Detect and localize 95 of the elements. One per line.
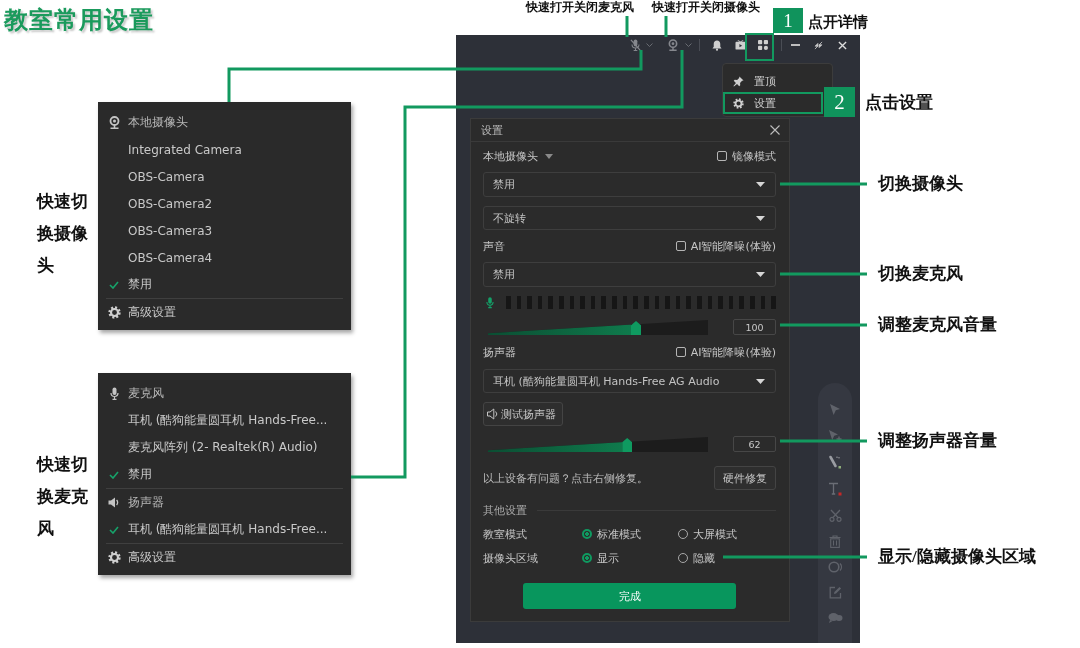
menu-heading: 麦克风 — [128, 385, 164, 402]
value-field[interactable]: 100 — [733, 319, 776, 335]
checkbox-label[interactable]: 镜像模式 — [732, 148, 776, 164]
video-icon[interactable] — [735, 40, 746, 50]
radio-label[interactable]: 大屏模式 — [693, 526, 737, 542]
menu-item[interactable]: Integrated Camera — [98, 136, 351, 163]
callout-label: 切换摄像头 — [878, 173, 963, 195]
highlight-frame — [745, 33, 774, 61]
dropdown-field[interactable]: 禁用 — [483, 262, 776, 287]
callout-label: 快速打开关闭麦克风 — [524, 0, 635, 15]
radio-label[interactable]: 标准模式 — [597, 526, 641, 542]
menu-item[interactable]: 耳机 (酷狗能量圆耳机 Hands-Free... — [98, 407, 351, 434]
callout-label: 切换麦克风 — [878, 263, 963, 285]
slider-thumb[interactable] — [622, 438, 633, 452]
menu-item[interactable]: 置顶 — [723, 70, 823, 92]
microphone-icon — [486, 296, 494, 309]
microphone-muted-icon[interactable] — [630, 39, 641, 51]
gear-icon — [107, 306, 121, 319]
menu-heading: 本地摄像头 — [128, 114, 188, 131]
pen-icon[interactable] — [828, 455, 842, 469]
menu-item[interactable]: 麦克风阵列 (2- Realtek(R) Audio) — [98, 434, 351, 461]
dropdown-field[interactable]: 禁用 — [483, 172, 776, 197]
callout-label: 快速打开关闭摄像头 — [650, 0, 761, 15]
callout-label: 点开详情 — [808, 12, 868, 32]
webcam-icon[interactable] — [668, 39, 678, 51]
bell-icon[interactable] — [712, 39, 722, 51]
checkbox-label[interactable]: AI智能降噪(体验) — [690, 344, 776, 360]
slider-thumb[interactable] — [631, 321, 641, 335]
caret-icon — [756, 215, 765, 221]
cursor-plus-icon[interactable] — [828, 429, 842, 442]
menu-item[interactable]: OBS-Camera4 — [98, 244, 351, 271]
gear-icon — [107, 551, 121, 564]
check-icon — [109, 280, 119, 289]
grid-icon[interactable] — [758, 40, 768, 50]
close-icon[interactable] — [770, 125, 780, 135]
menu-item[interactable]: 禁用 — [98, 271, 351, 298]
chevron-down-icon[interactable] — [646, 43, 653, 47]
section-label: 其他设置 — [483, 502, 527, 518]
callout-label: 快速切换摄像头 — [37, 191, 89, 277]
menu-item[interactable]: 高级设置 — [98, 299, 351, 326]
menu-item[interactable]: OBS-Camera — [98, 163, 351, 190]
gear-icon — [733, 97, 744, 109]
caret-icon[interactable] — [545, 153, 553, 159]
callout-label: 调整麦克风音量 — [878, 314, 997, 336]
callout-label: 调整扬声器音量 — [878, 430, 997, 452]
close-icon[interactable] — [838, 40, 847, 50]
menu-item[interactable]: OBS-Camera2 — [98, 190, 351, 217]
setting-label: 教室模式 — [483, 526, 528, 542]
checkbox[interactable] — [675, 241, 686, 251]
webcam-icon — [108, 116, 120, 129]
section-label: 声音 — [483, 238, 505, 254]
radio-label[interactable]: 隐藏 — [693, 550, 715, 566]
radio-label[interactable]: 显示 — [597, 550, 619, 566]
done-button[interactable]: 完成 — [523, 583, 736, 609]
menu-item[interactable]: 设置 — [723, 92, 823, 114]
chevron-down-icon[interactable] — [685, 43, 692, 47]
menu-item[interactable]: OBS-Camera3 — [98, 217, 351, 244]
speaker-icon — [108, 497, 120, 508]
speaker-icon — [487, 408, 499, 420]
menu-item[interactable]: 高级设置 — [98, 544, 351, 571]
checkbox-label[interactable]: AI智能降噪(体验) — [690, 238, 776, 254]
shrink-icon[interactable] — [814, 40, 823, 50]
dialog-title: 设置 — [481, 122, 503, 138]
repair-button[interactable]: 硬件修复 — [714, 466, 776, 490]
radio-button[interactable] — [582, 553, 592, 563]
radio-button[interactable] — [582, 529, 592, 539]
checkbox[interactable] — [717, 151, 727, 161]
value-field[interactable]: 62 — [733, 436, 776, 452]
checkbox[interactable] — [675, 347, 686, 357]
help-text: 以上设备有问题？点击右侧修复。 — [483, 470, 648, 486]
caret-icon — [756, 272, 765, 277]
connector-line — [664, 16, 668, 37]
pin-icon — [733, 75, 744, 87]
caret-icon — [756, 182, 765, 187]
menu-heading: 扬声器 — [128, 494, 164, 511]
dropdown-field[interactable]: 耳机 (酷狗能量圆耳机 Hands-Free AG Audio — [483, 369, 776, 393]
menu-item[interactable]: 耳机 (酷狗能量圆耳机 Hands-Free... — [98, 516, 351, 543]
dropdown-field[interactable]: 不旋转 — [483, 206, 776, 230]
step-number: 2 — [824, 87, 855, 117]
text-tool-icon[interactable] — [828, 482, 842, 496]
callout-label: 显示/隐藏摄像头区域 — [878, 546, 1036, 568]
callout-label: 快速切换麦克风 — [37, 454, 89, 540]
page-title: 教室常用设置 — [4, 5, 154, 36]
check-icon — [109, 525, 119, 534]
test-speaker-button[interactable]: 测试扬声器 — [483, 402, 563, 426]
callout-label: 点击设置 — [865, 91, 933, 114]
connector-line — [625, 16, 629, 37]
check-icon — [109, 470, 119, 479]
section-label: 扬声器 — [483, 344, 516, 360]
setting-label: 摄像头区域 — [483, 550, 539, 566]
caret-icon — [756, 378, 765, 384]
microphone-icon — [109, 387, 119, 400]
step-number: 1 — [773, 8, 803, 33]
section-label: 本地摄像头 — [483, 148, 538, 164]
menu-item[interactable]: 禁用 — [98, 461, 351, 488]
